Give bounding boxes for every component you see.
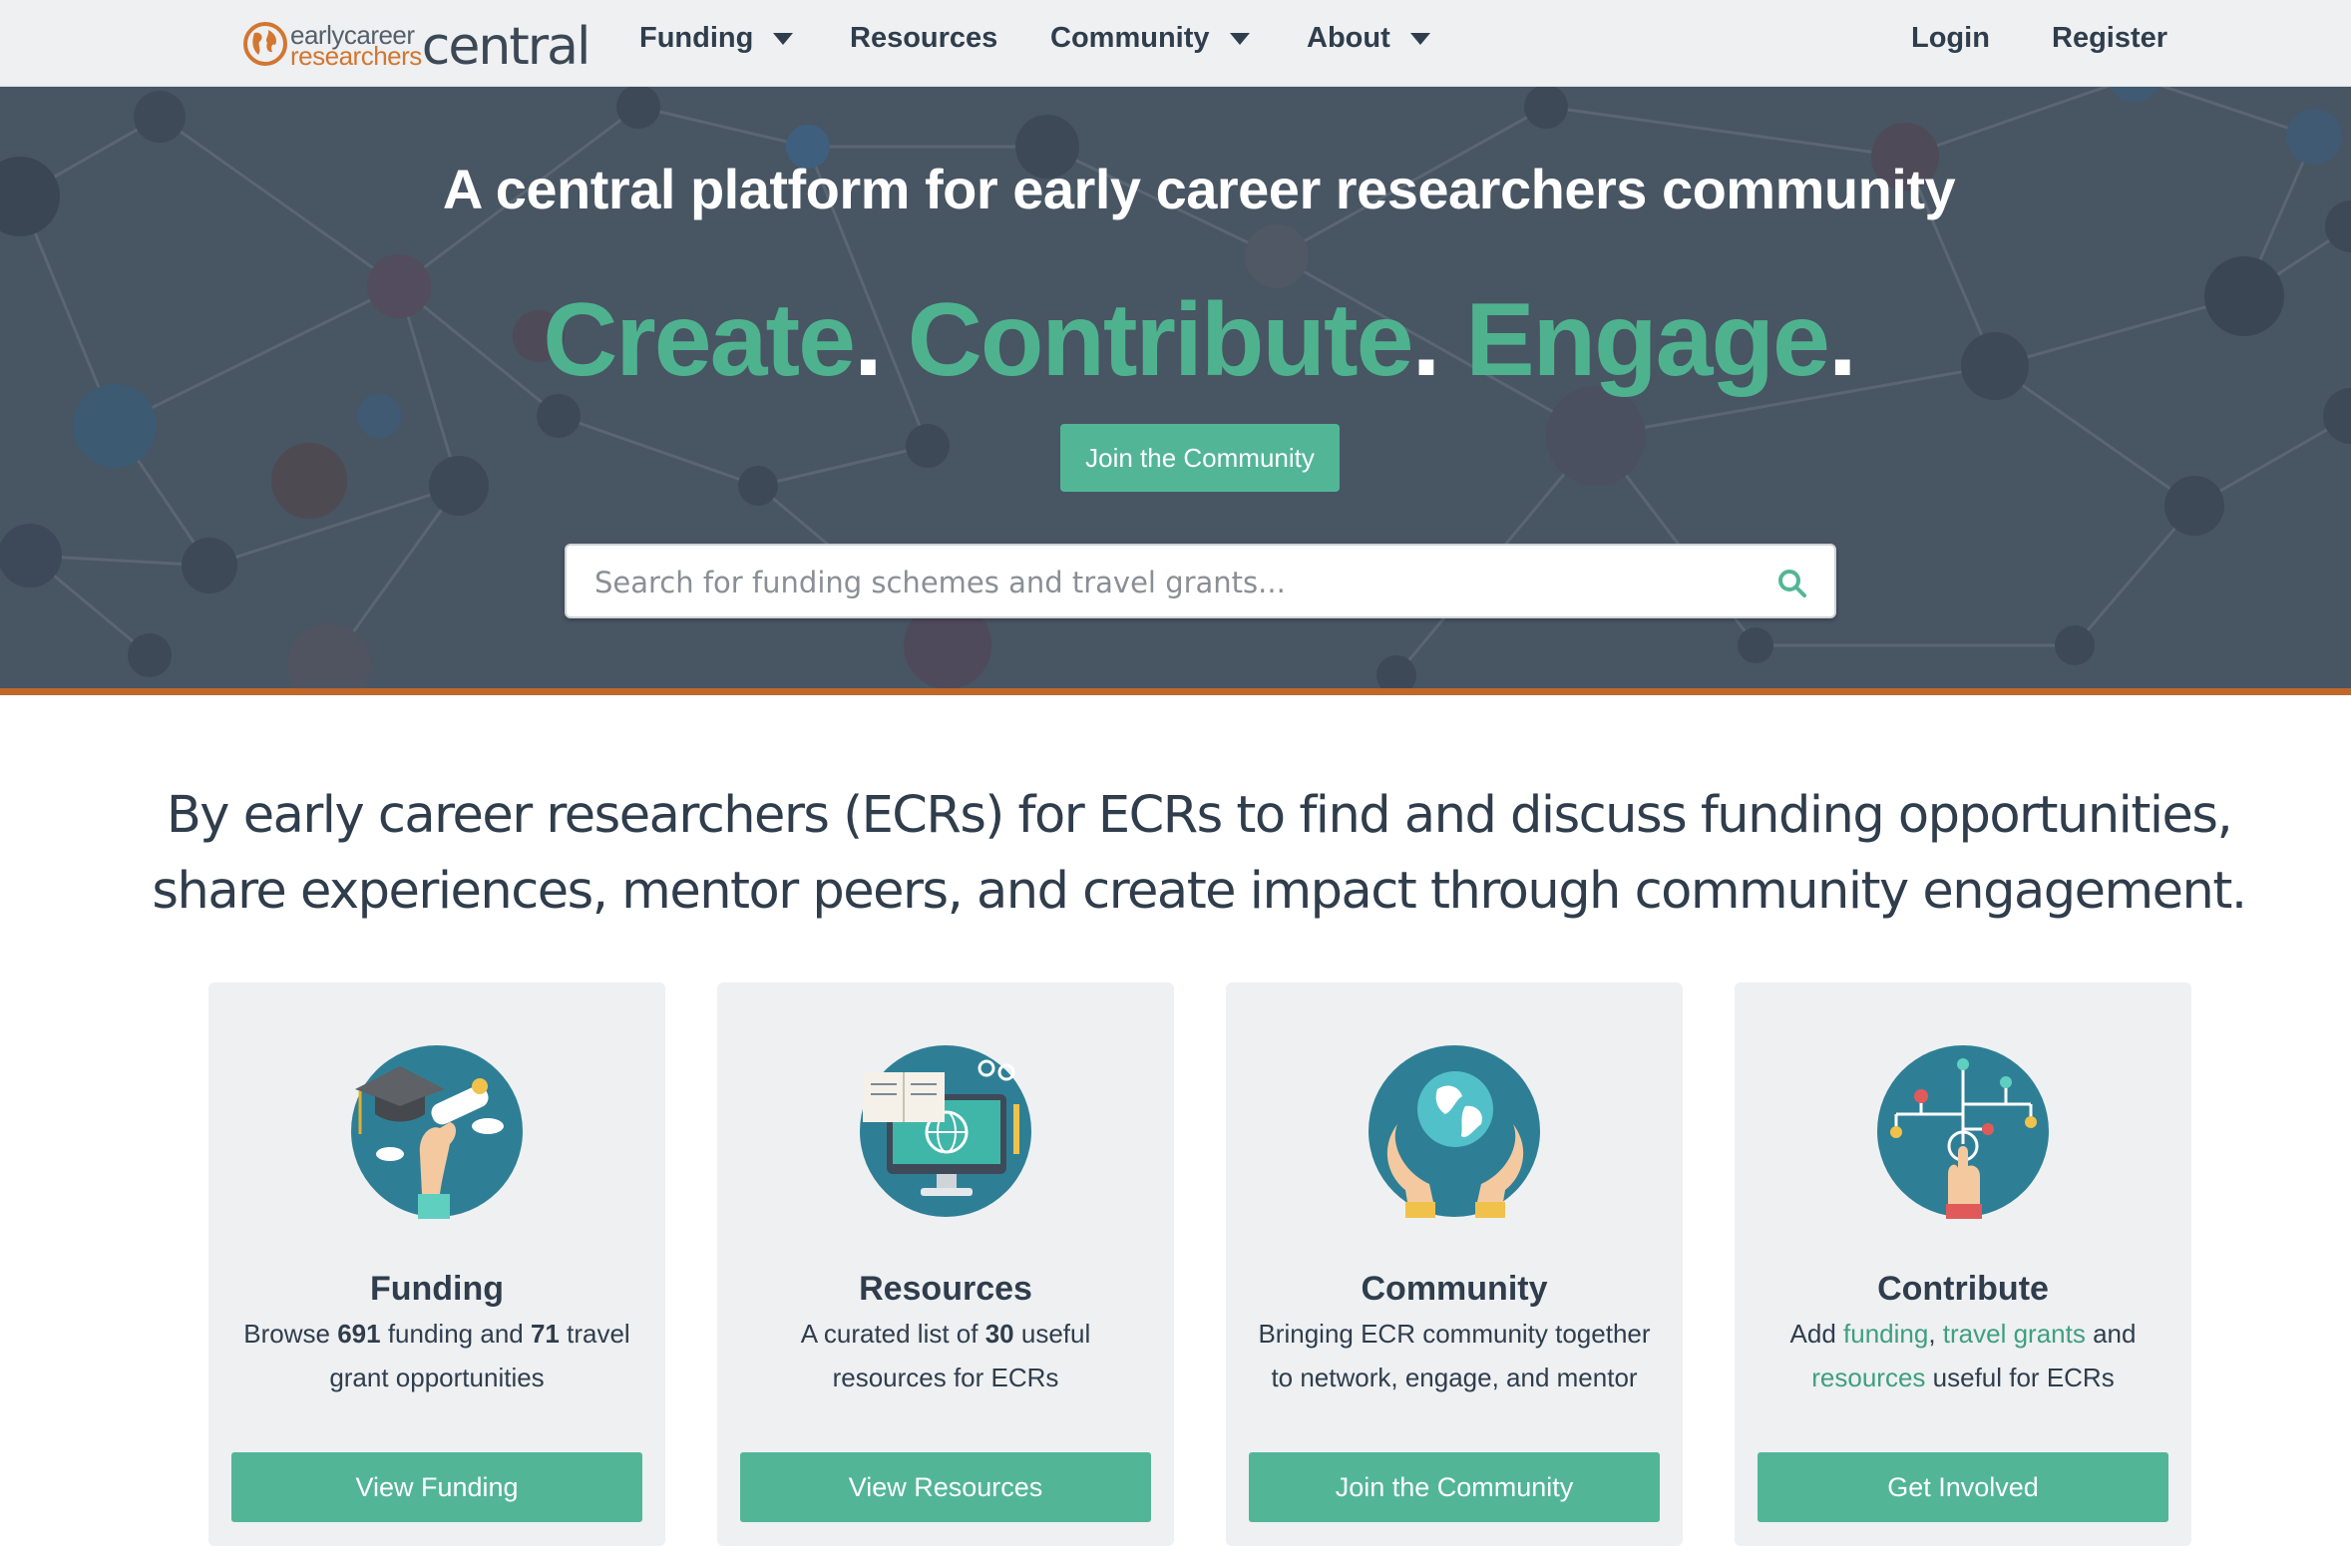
tagline-dot: . <box>1411 282 1440 398</box>
card-community: Community Bringing ECR community togethe… <box>1226 982 1683 1546</box>
join-community-card-button[interactable]: Join the Community <box>1249 1452 1660 1522</box>
tagline-dot: . <box>1827 282 1857 398</box>
get-involved-button[interactable]: Get Involved <box>1758 1452 2168 1522</box>
nav-resources[interactable]: Resources <box>850 22 997 55</box>
card-description: Add funding, travel grants and resources… <box>1759 1312 2167 1399</box>
card-description: Browse 691 funding and 71 travel grant o… <box>232 1312 641 1399</box>
view-resources-button[interactable]: View Resources <box>740 1452 1151 1522</box>
hero-title: A central platform for early career rese… <box>442 158 1956 220</box>
card-contribute: Contribute Add funding, travel grants an… <box>1735 982 2191 1546</box>
tagline-create: Create <box>543 282 856 398</box>
logo-text: earlycareer researchers <box>290 22 422 71</box>
desc-text: useful for ECRs <box>1925 1363 2115 1392</box>
graduation-hand-icon <box>351 1045 523 1219</box>
logo-word: central <box>421 17 591 77</box>
desc-text: A curated list of <box>800 1319 985 1349</box>
nav-community-label: Community <box>1050 22 1210 54</box>
network-hand-icon <box>1877 1045 2049 1219</box>
travel-grants-link[interactable]: travel grants <box>1943 1319 2086 1349</box>
card-resources: Resources A curated list of 30 useful re… <box>717 982 1174 1546</box>
card-title: Resources <box>859 1270 1032 1308</box>
tagline-contribute: Contribute <box>907 282 1414 398</box>
site-logo[interactable]: earlycareer researchers central <box>242 16 590 77</box>
resource-count: 30 <box>984 1319 1014 1349</box>
card-description: Bringing ECR community together to netwo… <box>1258 1319 1651 1392</box>
card-title: Community <box>1361 1270 1548 1308</box>
join-community-button[interactable]: Join the Community <box>1060 424 1340 492</box>
nav-community[interactable]: Community <box>1050 22 1250 55</box>
view-funding-button[interactable]: View Funding <box>231 1452 642 1522</box>
search-icon[interactable] <box>1776 568 1808 599</box>
desc-text: and <box>2085 1319 2137 1349</box>
tagline-engage: Engage <box>1465 282 1830 398</box>
desc-text: funding and <box>380 1319 531 1349</box>
intro-line1: By early career researchers (ECRs) for E… <box>166 786 2233 845</box>
desc-text: Browse <box>243 1319 338 1349</box>
hero-banner: A central platform for early career rese… <box>0 87 2351 688</box>
card-funding: Funding Browse 691 funding and 71 travel… <box>208 982 665 1546</box>
intro-text: By early career researchers (ECRs) for E… <box>150 778 2248 930</box>
desc-text: Add <box>1789 1319 1844 1349</box>
funding-count: 691 <box>337 1319 381 1349</box>
nav-about-label: About <box>1307 22 1390 54</box>
travel-grant-count: 71 <box>530 1319 560 1349</box>
funding-link[interactable]: funding <box>1843 1319 1928 1349</box>
card-description: A curated list of 30 useful resources fo… <box>741 1312 1150 1399</box>
logo-line2: researchers <box>290 41 422 71</box>
nav-resources-label: Resources <box>850 22 998 54</box>
login-link[interactable]: Login <box>1911 22 1990 55</box>
nav-funding[interactable]: Funding <box>639 22 794 55</box>
tagline-dot: . <box>853 282 883 398</box>
register-link[interactable]: Register <box>2052 22 2167 55</box>
top-navbar: earlycareer researchers central Funding … <box>0 0 2351 87</box>
search-bar <box>565 544 1836 618</box>
card-title: Funding <box>369 1270 505 1308</box>
search-input[interactable] <box>592 556 1744 609</box>
card-title: Contribute <box>1877 1270 2049 1308</box>
desc-text: , <box>1928 1319 1943 1349</box>
caret-down-icon <box>1409 32 1430 45</box>
hero-tagline: Create. Contribute. Engage. <box>0 281 2351 400</box>
computer-book-icon <box>860 1045 1031 1217</box>
intro-line2: share experiences, mentor peers, and cre… <box>152 862 2247 921</box>
hands-globe-icon <box>1369 1045 1540 1218</box>
globe-logo-icon <box>243 22 287 66</box>
nav-about[interactable]: About <box>1307 22 1430 55</box>
resources-link[interactable]: resources <box>1811 1363 1925 1392</box>
hero-divider <box>0 688 2351 695</box>
caret-down-icon <box>1229 32 1250 45</box>
caret-down-icon <box>773 32 794 45</box>
nav-funding-label: Funding <box>639 22 754 54</box>
